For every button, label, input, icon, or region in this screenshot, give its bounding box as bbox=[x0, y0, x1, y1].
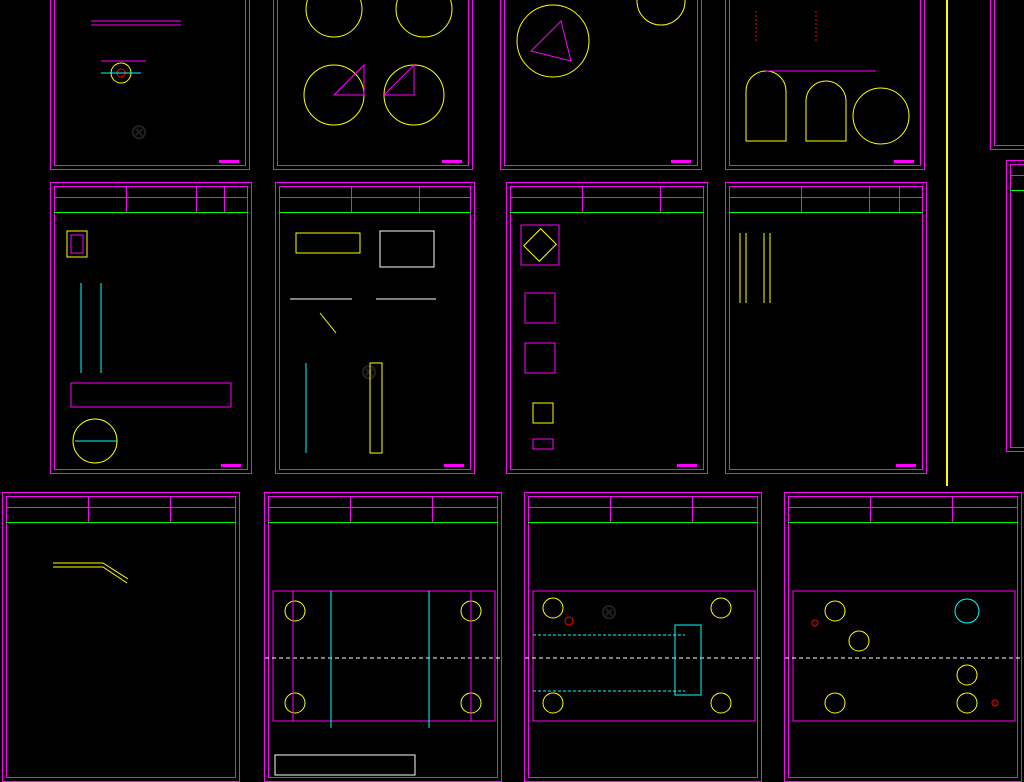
sheet-4-stamp bbox=[894, 160, 914, 163]
sheet-1-drawing bbox=[91, 20, 181, 84]
drawing-canvas: ⊕ ⊕ ⊕ bbox=[0, 0, 1024, 782]
sheet-6[interactable] bbox=[275, 182, 475, 474]
sheet-14[interactable] bbox=[784, 492, 1022, 782]
sheet-6-stamp bbox=[444, 464, 464, 467]
sheet-3-stamp bbox=[671, 160, 691, 163]
sheet-1-stamp bbox=[219, 160, 239, 163]
sheet-12[interactable] bbox=[264, 492, 502, 782]
sheet-4-drawing bbox=[745, 11, 910, 145]
sheet-3[interactable] bbox=[500, 0, 702, 170]
sheet-9[interactable] bbox=[990, 0, 1024, 150]
sheet-2-stamp bbox=[442, 160, 462, 163]
sheet-7-drawing bbox=[520, 224, 560, 450]
sheet-2-drawing bbox=[303, 0, 453, 126]
page: { "view": { "title": "", "background": "… bbox=[0, 0, 1024, 782]
sheet-8-stamp bbox=[896, 464, 916, 467]
sheet-5-stamp bbox=[221, 464, 241, 467]
sheet-11[interactable] bbox=[2, 492, 240, 782]
sheet-11-drawing bbox=[53, 562, 129, 584]
sheet-7-stamp bbox=[677, 464, 697, 467]
sheet-5-drawing bbox=[66, 230, 232, 464]
sheet-7[interactable] bbox=[506, 182, 708, 474]
sheet-frame bbox=[994, 0, 1024, 146]
sheet-13-drawing bbox=[525, 590, 761, 722]
sheet-2[interactable] bbox=[273, 0, 473, 170]
sheet-12-drawing bbox=[265, 590, 501, 776]
sheet-8[interactable] bbox=[725, 182, 927, 474]
sheet-13[interactable] bbox=[524, 492, 762, 782]
sheet-6-drawing bbox=[290, 230, 436, 454]
sheet-1[interactable] bbox=[50, 0, 250, 170]
layout-divider-line bbox=[946, 0, 948, 486]
sheet-4[interactable] bbox=[725, 0, 925, 170]
sheet-10[interactable] bbox=[1006, 160, 1024, 452]
sheet-frame bbox=[1010, 164, 1024, 448]
sheet-5[interactable] bbox=[50, 182, 252, 474]
sheet-8-drawing bbox=[739, 233, 771, 303]
sheet-10-title-block bbox=[1010, 164, 1024, 191]
sheet-14-drawing bbox=[785, 590, 1021, 722]
sheet-3-drawing bbox=[516, 0, 686, 78]
